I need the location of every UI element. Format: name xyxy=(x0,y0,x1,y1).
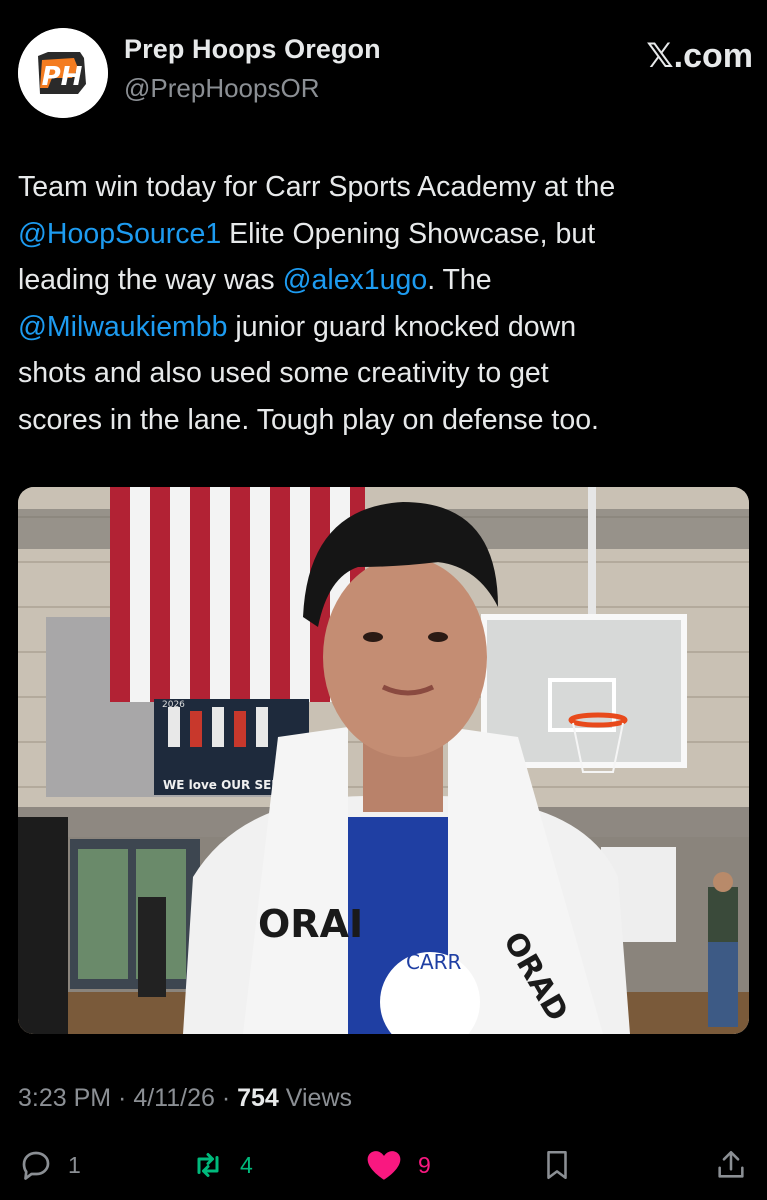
views-label: Views xyxy=(278,1084,353,1112)
tweet-text-line: shots and also used some creativity to g… xyxy=(18,350,753,397)
tweet-text-segment: junior guard knocked down xyxy=(227,310,577,343)
tweet-text-line: scores in the lane. Tough play on defens… xyxy=(18,397,753,444)
prep-hoops-logo-icon: PH xyxy=(18,28,108,118)
bookmark-icon xyxy=(547,1150,567,1180)
tweet-text-line: @Milwaukiembb junior guard knocked down xyxy=(18,304,753,351)
share-button[interactable] xyxy=(714,1145,748,1185)
reply-button[interactable]: 1 xyxy=(18,1145,81,1185)
tweet-time[interactable]: 3:23 PM xyxy=(18,1084,111,1112)
tweet-header: PH Prep Hoops Oregon @PrepHoopsOR 𝕏.com xyxy=(18,28,753,118)
x-brand-label: 𝕏.com xyxy=(646,37,753,75)
author-display-name[interactable]: Prep Hoops Oregon xyxy=(124,34,381,65)
share-icon xyxy=(718,1150,744,1178)
like-button[interactable]: 9 xyxy=(364,1145,431,1185)
mention-link[interactable]: @Milwaukiembb xyxy=(18,311,228,343)
heart-icon xyxy=(367,1151,401,1180)
author-handle[interactable]: @PrepHoopsOR xyxy=(124,73,381,104)
mention-link[interactable]: @HoopSource1 xyxy=(18,218,221,250)
repost-count: 4 xyxy=(240,1151,253,1178)
tweet-text-segment: Elite Opening Showcase, but xyxy=(221,217,596,250)
repost-icon xyxy=(197,1153,219,1177)
meta-separator: · xyxy=(214,1084,238,1112)
tweet-photo[interactable]: 2026 WE love OUR SENIORS ORAI ORAD CARR xyxy=(18,487,749,1034)
banner-year-text: 2026 xyxy=(162,700,185,710)
repost-button[interactable]: 4 xyxy=(190,1145,253,1185)
tweet-date[interactable]: 4/11/26 xyxy=(133,1084,215,1112)
like-count: 9 xyxy=(418,1151,431,1178)
author-avatar[interactable]: PH xyxy=(18,28,108,118)
mention-link[interactable]: @alex1ugo xyxy=(283,264,428,296)
tweet-text: Team win today for Carr Sports Academy a… xyxy=(18,164,753,444)
towel-text-left: ORAI xyxy=(258,902,363,946)
player-photo-image: 2026 WE love OUR SENIORS ORAI ORAD CARR xyxy=(18,487,749,1034)
reply-count: 1 xyxy=(68,1151,81,1178)
meta-separator: · xyxy=(111,1084,134,1112)
tweet-text-segment: . The xyxy=(427,264,492,297)
action-bar: 1 4 9 xyxy=(18,1145,753,1185)
tweet-text-line: Team win today for Carr Sports Academy a… xyxy=(18,164,753,211)
tweet-text-line: @HoopSource1 Elite Opening Showcase, but xyxy=(18,211,753,258)
bookmark-button[interactable] xyxy=(540,1145,574,1185)
tweet-meta: 3:23 PM · 4/11/26 · 754 Views xyxy=(18,1084,352,1113)
tweet-text-segment: shots and also used some creativity to g… xyxy=(18,357,549,390)
jersey-text: CARR xyxy=(406,950,462,974)
tweet-text-segment: Team win today for Carr Sports Academy a… xyxy=(18,171,616,203)
tweet-text-line: leading the way was @alex1ugo. The xyxy=(18,257,753,304)
reply-icon xyxy=(22,1151,50,1180)
author-name-block: Prep Hoops Oregon @PrepHoopsOR xyxy=(124,34,381,104)
views-count: 754 xyxy=(237,1084,279,1112)
tweet-text-segment: scores in the lane. Tough play on defens… xyxy=(18,403,599,436)
avatar-text: PH xyxy=(42,62,83,92)
tweet-text-segment: leading the way was xyxy=(18,264,283,297)
